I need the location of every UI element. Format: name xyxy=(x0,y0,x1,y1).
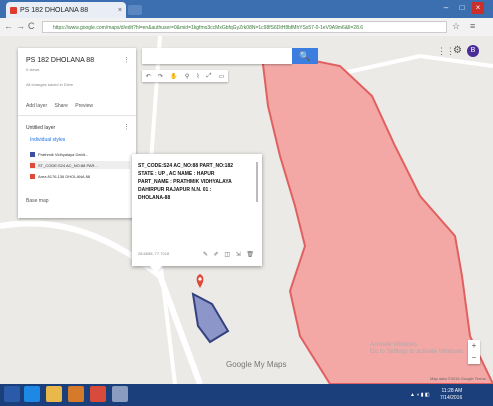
layer-options-icon[interactable]: ⋮ xyxy=(123,123,130,131)
feature-actions[interactable]: ✎ ✐ ◫ ⇲ 🗑 xyxy=(203,251,256,258)
gear-icon[interactable]: ⚙ xyxy=(453,45,462,56)
marker-swatch-icon xyxy=(30,162,35,168)
search-input[interactable] xyxy=(142,48,292,64)
layer-name[interactable]: Untitled layer xyxy=(26,125,55,131)
minimize-button[interactable]: – xyxy=(440,2,452,14)
map-options-icon[interactable]: ⋮ xyxy=(123,56,130,64)
save-status: All changes saved in Drive xyxy=(26,82,74,87)
layer-item[interactable]: ST_CODE:S24 AC_NO:88 PAR... xyxy=(30,161,130,169)
directions-icon[interactable]: ⤢ xyxy=(207,73,212,80)
measure-icon[interactable]: ▭ xyxy=(219,73,225,80)
panel-actions: Add layer Share Preview xyxy=(26,103,99,109)
marker-swatch-icon xyxy=(30,151,35,157)
app-icon[interactable] xyxy=(112,386,128,402)
map-title[interactable]: PS 182 DHOLANA 88 xyxy=(26,57,94,64)
bookmark-star-icon[interactable]: ☆ xyxy=(452,21,460,32)
url-field[interactable]: https://www.google.com/maps/d/edit?hl=en… xyxy=(42,21,447,33)
location-pin-dot xyxy=(198,277,202,281)
file-explorer-icon[interactable] xyxy=(46,386,62,402)
layer-style-link[interactable]: Individual styles xyxy=(30,137,65,143)
forward-button[interactable]: → xyxy=(16,21,25,31)
google-my-maps-logo: Google My Maps xyxy=(226,360,287,369)
back-button[interactable]: ← xyxy=(4,21,13,31)
marker-swatch-icon xyxy=(30,173,35,179)
ward-boundary-polygon xyxy=(260,54,493,384)
chrome-icon[interactable] xyxy=(90,386,106,402)
tab-title: PS 182 DHOLANA 88 xyxy=(20,6,89,14)
maps-favicon-icon xyxy=(10,6,17,14)
vlc-icon[interactable] xyxy=(68,386,84,402)
map-views-count: 0 views xyxy=(26,67,40,72)
clock-time: 11:28 AM xyxy=(441,388,463,394)
maximize-button[interactable]: □ xyxy=(456,2,468,14)
panel-divider xyxy=(18,115,136,116)
clock-date: 7/14/2016 xyxy=(440,395,463,401)
popup-pointer xyxy=(150,266,162,273)
layer-item-label: Area 8176.136 DHOLANA 88 xyxy=(38,173,91,179)
road xyxy=(329,53,493,78)
zoom-in-button[interactable]: + xyxy=(468,340,480,352)
window-close-button[interactable]: × xyxy=(472,2,484,14)
ie-browser-icon[interactable] xyxy=(24,386,40,402)
system-tray[interactable]: ▲ ◖ ▮ ◧ xyxy=(410,392,430,398)
browser-tab[interactable]: PS 182 DHOLANA 88 × xyxy=(6,2,126,18)
preview-button[interactable]: Preview xyxy=(75,103,93,109)
layer-item[interactable]: Prathmik Vidhyalaya Dahit... xyxy=(30,150,130,158)
base-map-toggle[interactable]: Base map xyxy=(26,198,49,204)
start-button-icon[interactable] xyxy=(4,386,20,402)
add-marker-icon[interactable]: ⚲ xyxy=(185,73,189,80)
watermark-text: Activate Windows Go to Settings to activ… xyxy=(370,342,465,355)
activate-windows-watermark: Activate Windows Go to Settings to activ… xyxy=(370,342,465,356)
feature-coordinates: 28.6658, 77.7018 xyxy=(138,251,170,256)
zoom-control: + − xyxy=(468,340,480,364)
pan-hand-icon[interactable]: ✋ xyxy=(170,73,177,80)
layer-item-label: Prathmik Vidhyalaya Dahit... xyxy=(38,151,89,157)
layer-item-label: ST_CODE:S24 AC_NO:88 PAR... xyxy=(38,162,98,168)
share-button[interactable]: Share xyxy=(55,103,68,109)
system-clock[interactable]: 11:28 AM 7/14/2016 xyxy=(440,388,462,402)
avatar[interactable]: B xyxy=(467,45,479,57)
add-layer-button[interactable]: Add layer xyxy=(26,103,47,109)
redo-icon[interactable]: ↷ xyxy=(158,73,163,80)
map-toolbar: ↶ ↷ ✋ ⚲ ⌇ ⤢ ▭ xyxy=(142,70,228,82)
zoom-out-button[interactable]: − xyxy=(468,352,480,364)
school-plot-polygon xyxy=(191,292,230,344)
popup-scrollbar[interactable] xyxy=(256,162,258,202)
new-tab-button[interactable] xyxy=(128,5,142,15)
search-button[interactable]: 🔍 xyxy=(292,48,318,64)
feature-info-popup: ST_CODE:S24 AC_NO:88 PART_NO:182 STATE :… xyxy=(132,154,262,266)
map-layers-panel: PS 182 DHOLANA 88 0 views All changes sa… xyxy=(18,48,136,218)
reload-button[interactable]: C xyxy=(28,21,35,31)
map-terms[interactable]: Map data ©2016 Google Terms xyxy=(430,376,486,381)
browser-menu-icon[interactable]: ≡ xyxy=(470,21,475,31)
location-pin-icon xyxy=(196,274,204,288)
layer-item[interactable]: Area 8176.136 DHOLANA 88 xyxy=(30,172,130,180)
undo-icon[interactable]: ↶ xyxy=(146,73,151,80)
feature-description: ST_CODE:S24 AC_NO:88 PART_NO:182 STATE :… xyxy=(138,163,234,201)
draw-line-icon[interactable]: ⌇ xyxy=(196,73,199,80)
tab-close-icon[interactable]: × xyxy=(118,7,122,14)
